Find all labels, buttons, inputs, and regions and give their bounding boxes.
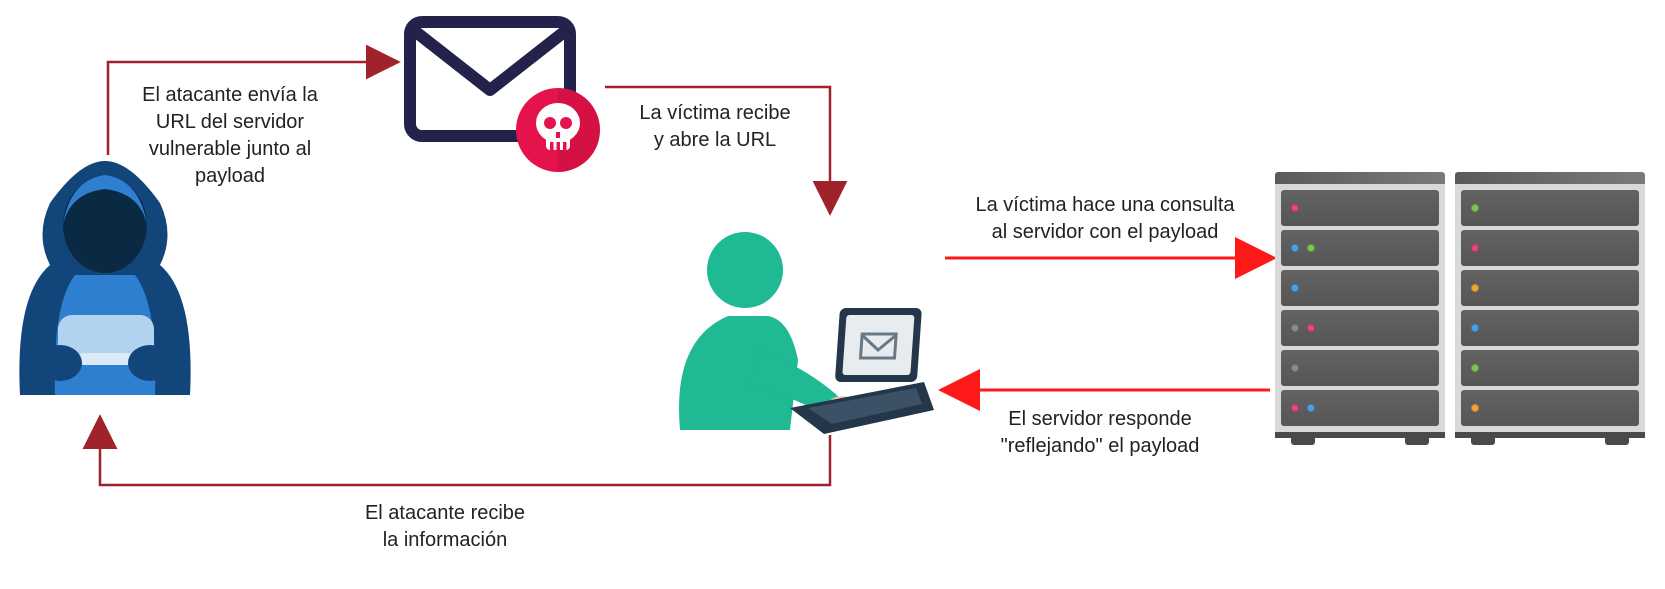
led-icon bbox=[1291, 284, 1299, 292]
server-racks bbox=[1275, 125, 1655, 445]
led-icon bbox=[1471, 324, 1479, 332]
label-victim-query: La víctima hace una consultaal servidor … bbox=[955, 192, 1255, 246]
led-icon bbox=[1291, 244, 1299, 252]
label-attacker-sends: El atacante envía laURL del servidorvuln… bbox=[115, 82, 345, 190]
server-unit bbox=[1281, 190, 1439, 226]
led-icon bbox=[1471, 404, 1479, 412]
server-unit bbox=[1281, 350, 1439, 386]
server-unit bbox=[1461, 390, 1639, 426]
server-unit bbox=[1461, 350, 1639, 386]
server-rack-2 bbox=[1455, 172, 1645, 445]
label-attacker-receives: El atacante recibela información bbox=[330, 500, 560, 554]
led-icon bbox=[1471, 364, 1479, 372]
server-unit bbox=[1281, 230, 1439, 266]
led-icon bbox=[1291, 204, 1299, 212]
server-unit bbox=[1461, 190, 1639, 226]
server-unit bbox=[1461, 270, 1639, 306]
led-icon bbox=[1471, 244, 1479, 252]
malicious-mail-icon bbox=[400, 10, 600, 170]
hacker-icon bbox=[0, 155, 210, 405]
led-icon bbox=[1471, 284, 1479, 292]
server-unit bbox=[1281, 270, 1439, 306]
led-icon bbox=[1291, 324, 1299, 332]
led-icon bbox=[1471, 204, 1479, 212]
server-unit bbox=[1461, 230, 1639, 266]
victim-laptop-icon bbox=[640, 220, 940, 440]
label-victim-opens: La víctima recibey abre la URL bbox=[615, 100, 815, 154]
led-icon bbox=[1307, 244, 1315, 252]
server-unit bbox=[1281, 310, 1439, 346]
led-icon bbox=[1291, 404, 1299, 412]
label-server-reflects: El servidor responde"reflejando" el payl… bbox=[970, 406, 1230, 460]
led-icon bbox=[1291, 364, 1299, 372]
led-icon bbox=[1307, 324, 1315, 332]
server-rack-1 bbox=[1275, 172, 1445, 445]
led-icon bbox=[1307, 404, 1315, 412]
server-unit bbox=[1461, 310, 1639, 346]
diagram-stage: El atacante envía laURL del servidorvuln… bbox=[0, 0, 1665, 589]
server-unit bbox=[1281, 390, 1439, 426]
